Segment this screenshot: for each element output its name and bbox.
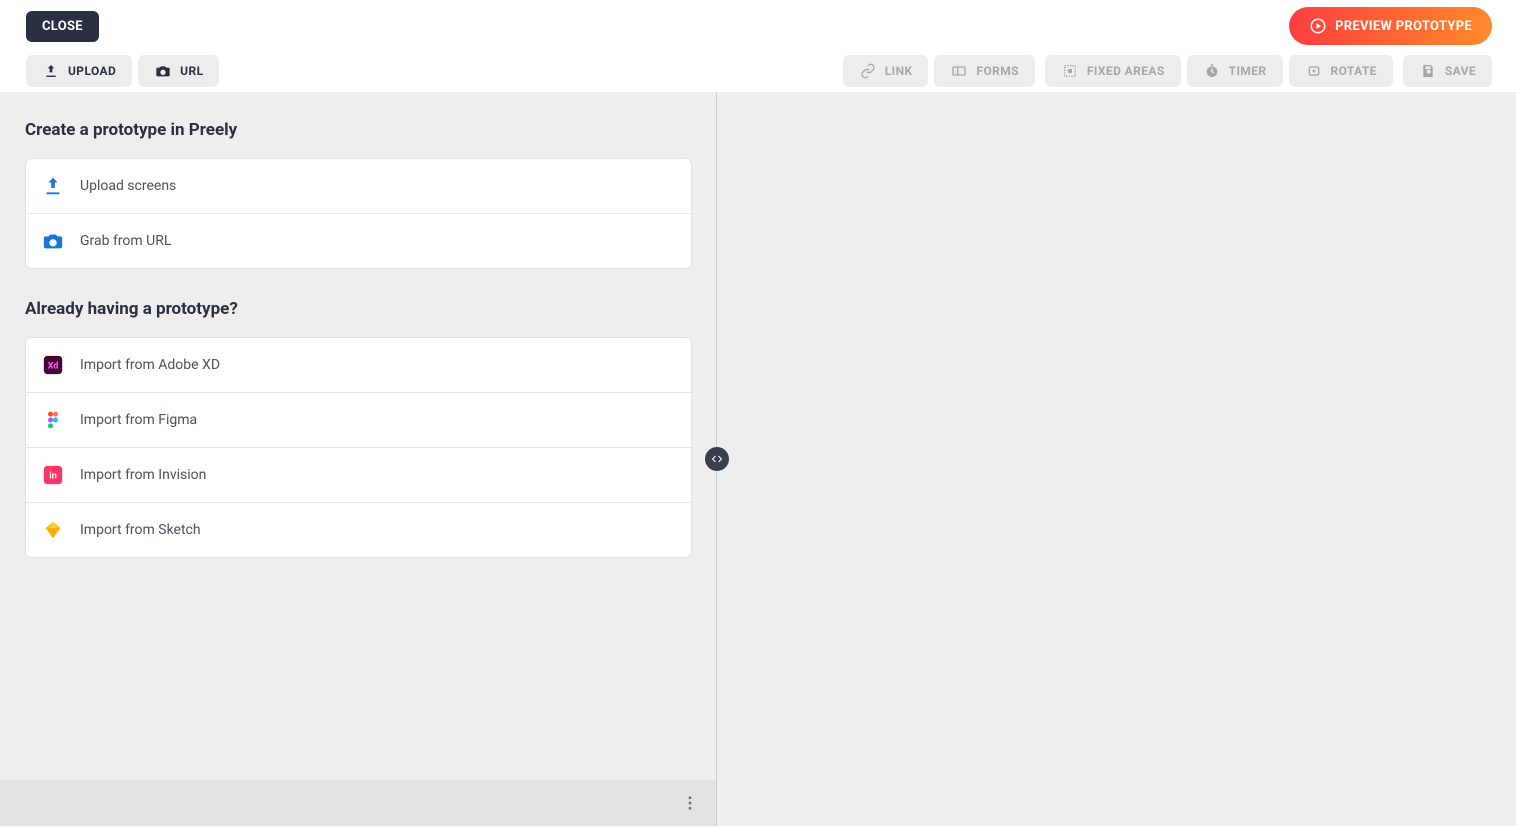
link-label: LINK <box>885 64 913 78</box>
import-adobe-xd-label: Import from Adobe XD <box>80 357 220 373</box>
adobe-xd-icon: Xd <box>42 354 64 376</box>
forms-button[interactable]: FORMS <box>934 55 1034 87</box>
url-label: URL <box>180 64 203 78</box>
svg-text:Xd: Xd <box>48 362 59 372</box>
panel-splitter-toggle[interactable] <box>705 447 729 471</box>
kebab-menu-icon <box>681 794 699 812</box>
grab-from-url-item[interactable]: Grab from URL <box>26 213 691 268</box>
import-adobe-xd-item[interactable]: Xd Import from Adobe XD <box>26 338 691 392</box>
rotate-button[interactable]: ROTATE <box>1289 55 1393 87</box>
sketch-icon <box>42 519 64 541</box>
import-sketch-item[interactable]: Import from Sketch <box>26 502 691 557</box>
preview-prototype-button[interactable]: PREVIEW PROTOTYPE <box>1289 7 1492 45</box>
create-prototype-title: Create a prototype in Preely <box>25 120 692 140</box>
fixed-areas-button[interactable]: FIXED AREAS <box>1045 55 1181 87</box>
timer-button[interactable]: TIMER <box>1187 55 1283 87</box>
grab-url-icon <box>42 230 64 252</box>
toolbar-group-fixed-timer-rotate: FIXED AREAS TIMER ROTATE <box>1045 55 1393 87</box>
import-options-list: Xd Import from Adobe XD Import from Figm… <box>25 337 692 558</box>
save-button[interactable]: SAVE <box>1403 55 1492 87</box>
import-invision-item[interactable]: in Import from Invision <box>26 447 691 502</box>
chevrons-horizontal-icon <box>711 453 723 465</box>
fixed-areas-icon <box>1061 63 1079 79</box>
already-having-title: Already having a prototype? <box>25 299 692 319</box>
toolbar: UPLOAD URL LINK FORMS FIXED AREAS <box>0 50 1516 92</box>
import-figma-item[interactable]: Import from Figma <box>26 392 691 447</box>
play-circle-icon <box>1309 17 1327 35</box>
bottom-strip <box>0 780 716 826</box>
upload-screens-item[interactable]: Upload screens <box>26 159 691 213</box>
main-area: Create a prototype in Preely Upload scre… <box>0 92 1516 826</box>
toolbar-left: UPLOAD URL <box>26 55 219 87</box>
upload-screens-label: Upload screens <box>80 178 176 194</box>
link-icon <box>859 63 877 79</box>
svg-text:in: in <box>49 472 57 482</box>
forms-label: FORMS <box>976 64 1018 78</box>
upload-screens-icon <box>42 175 64 197</box>
figma-icon <box>42 409 64 431</box>
upload-label: UPLOAD <box>68 64 116 78</box>
forms-icon <box>950 63 968 79</box>
rotate-label: ROTATE <box>1331 64 1377 78</box>
timer-icon <box>1203 63 1221 79</box>
toolbar-right: LINK FORMS FIXED AREAS TIMER ROTATE <box>843 55 1492 87</box>
right-panel <box>717 92 1516 826</box>
topbar: CLOSE PREVIEW PROTOTYPE <box>0 0 1516 52</box>
import-sketch-label: Import from Sketch <box>80 522 201 538</box>
close-button[interactable]: CLOSE <box>26 11 99 42</box>
link-button[interactable]: LINK <box>843 55 929 87</box>
import-figma-label: Import from Figma <box>80 412 197 428</box>
grab-url-label: Grab from URL <box>80 233 171 249</box>
url-button[interactable]: URL <box>138 55 219 87</box>
import-invision-label: Import from Invision <box>80 467 206 483</box>
camera-icon <box>154 63 172 79</box>
toolbar-group-save: SAVE <box>1403 55 1492 87</box>
invision-icon: in <box>42 464 64 486</box>
fixed-areas-label: FIXED AREAS <box>1087 64 1165 78</box>
upload-icon <box>42 63 60 79</box>
rotate-icon <box>1305 63 1323 79</box>
more-options-button[interactable] <box>678 791 702 815</box>
save-icon <box>1419 63 1437 79</box>
toolbar-group-link-forms: LINK FORMS <box>843 55 1035 87</box>
preview-prototype-label: PREVIEW PROTOTYPE <box>1335 19 1472 34</box>
create-options-list: Upload screens Grab from URL <box>25 158 692 269</box>
save-label: SAVE <box>1445 64 1476 78</box>
upload-button[interactable]: UPLOAD <box>26 55 132 87</box>
timer-label: TIMER <box>1229 64 1267 78</box>
left-panel: Create a prototype in Preely Upload scre… <box>0 92 717 826</box>
